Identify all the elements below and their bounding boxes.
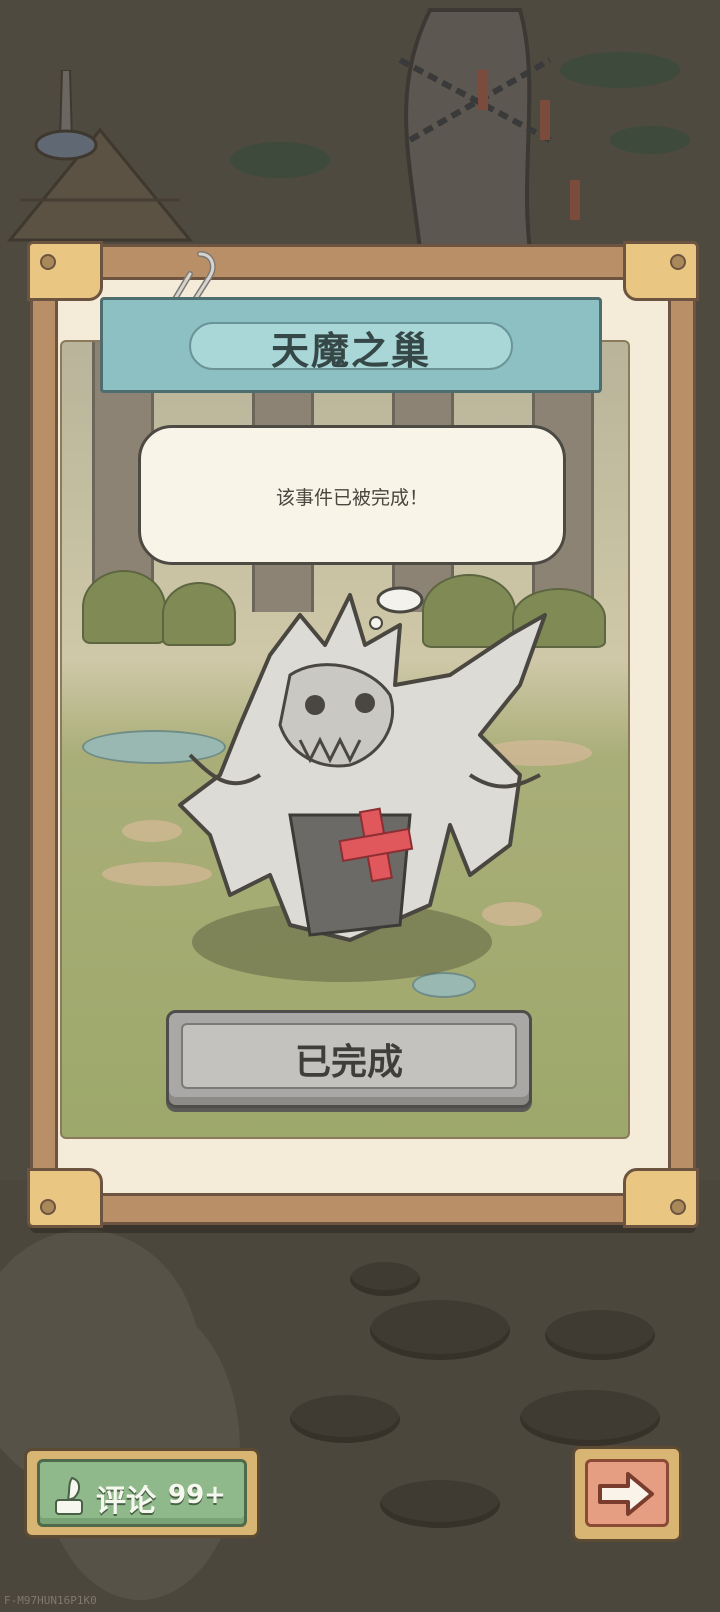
stepping-stone (520, 1390, 660, 1446)
completed-status-button[interactable]: 已完成 (166, 1010, 532, 1108)
stepping-stone (350, 1262, 420, 1296)
stepping-stone (290, 1395, 400, 1443)
event-message: 该事件已被完成！ (275, 487, 428, 509)
comments-label: 评论 (96, 1484, 156, 1519)
event-title-banner: 天魔之巢 (100, 297, 602, 393)
corner-bracket (623, 1168, 699, 1228)
next-button[interactable] (572, 1446, 682, 1542)
stepping-stone (545, 1310, 655, 1360)
comments-button-face: 评论 99+ (37, 1459, 247, 1527)
watermark-text: F-M97HUN16P1K0 (4, 1594, 97, 1607)
quill-ink-icon (55, 1476, 83, 1515)
comments-button[interactable]: 评论 99+ (24, 1448, 260, 1538)
message-speech-bubble: 该事件已被完成！ (138, 425, 566, 565)
comments-count: 99+ (168, 1480, 226, 1510)
stepping-stone (370, 1300, 510, 1360)
chained-tree-illustration (230, 8, 690, 250)
event-title: 天魔之巢 (270, 329, 431, 373)
corner-bracket (623, 241, 699, 301)
corner-bracket (27, 241, 103, 301)
arrow-right-icon (598, 1472, 654, 1516)
next-button-face (585, 1459, 669, 1527)
stepping-stone (380, 1480, 500, 1528)
completed-status-label: 已完成 (294, 1042, 403, 1083)
tent-illustration (6, 70, 194, 242)
demon-monster-petrified-illustration (178, 586, 547, 942)
corner-bracket (27, 1168, 103, 1228)
